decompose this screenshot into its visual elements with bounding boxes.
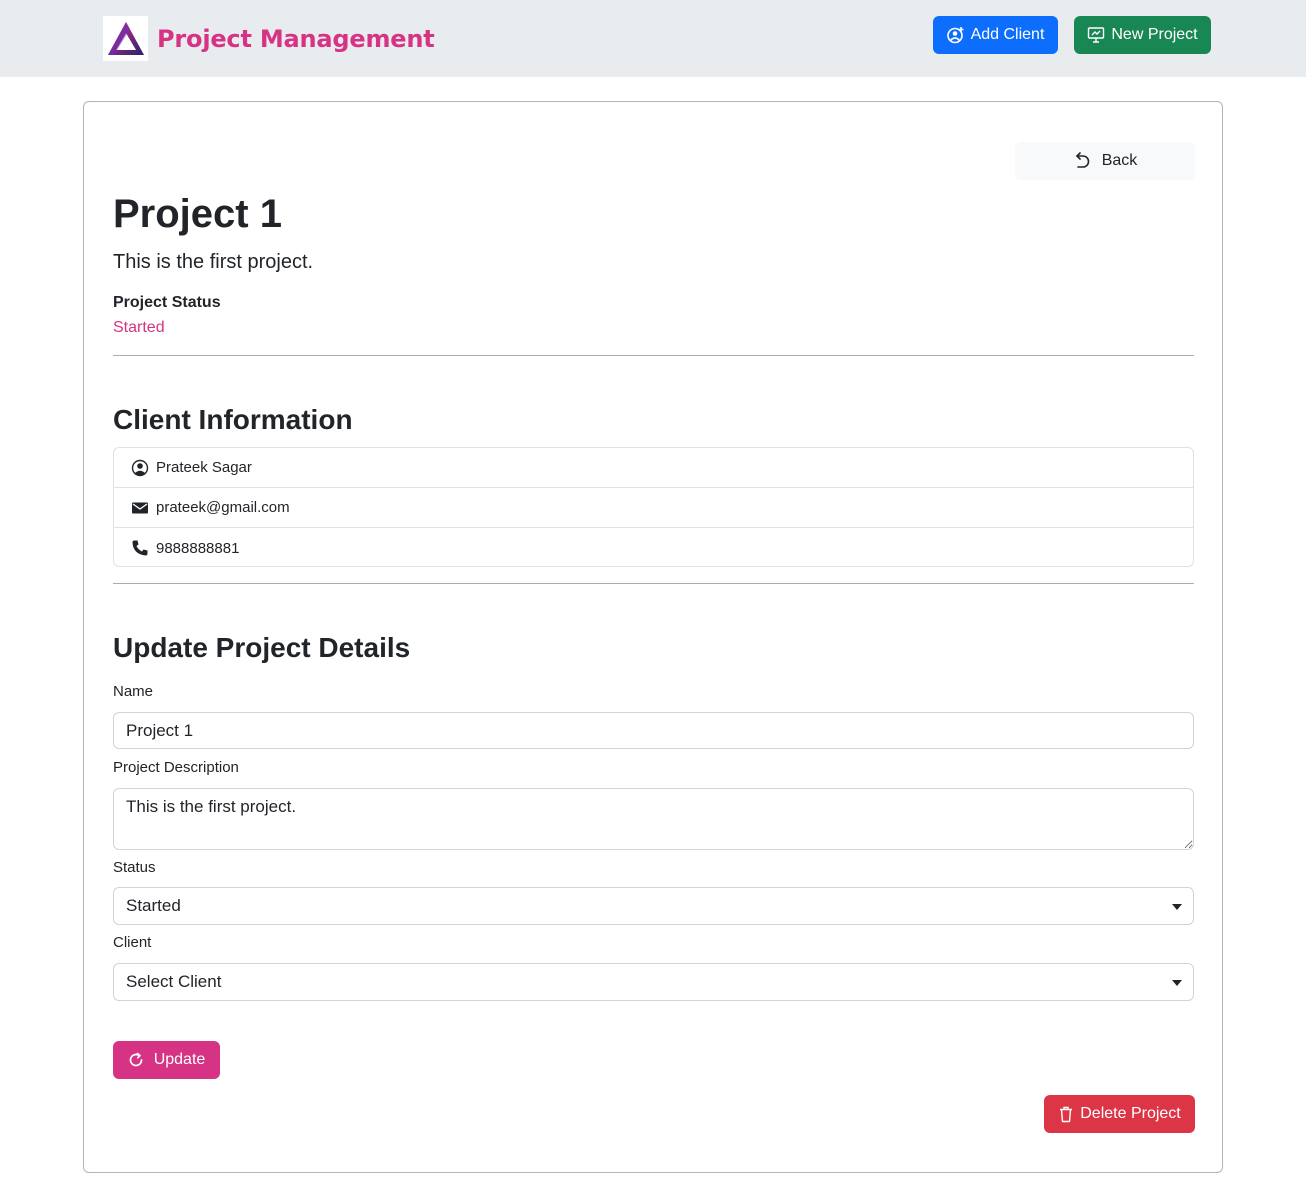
project-card: Back Project 1 This is the first project… (83, 101, 1223, 1173)
name-label: Name (113, 683, 154, 700)
client-name: Prateek Sagar (156, 459, 252, 476)
client-phone: 9888888881 (156, 539, 240, 557)
description-label: Project Description (113, 759, 239, 776)
chevron-down-icon (1172, 904, 1182, 910)
client-email: prateek@gmail.com (156, 499, 290, 516)
chevron-down-icon (1172, 980, 1182, 986)
refresh-icon (129, 1052, 143, 1067)
divider (113, 583, 1194, 584)
client-name-item: Prateek Sagar (114, 448, 1193, 488)
description-textarea[interactable]: This is the first project. (113, 788, 1194, 850)
back-label: Back (1101, 152, 1138, 169)
status-select[interactable]: Started (113, 887, 1194, 925)
new-project-button[interactable]: New Project (1074, 16, 1211, 54)
project-description: This is the first project. (113, 251, 314, 273)
name-input[interactable] (113, 712, 1194, 749)
client-email-item: prateek@gmail.com (114, 488, 1193, 528)
update-heading: Update Project Details (113, 632, 411, 663)
client-select[interactable]: Select Client (113, 963, 1194, 1001)
update-button[interactable]: Update (113, 1041, 220, 1079)
client-label: Client (113, 934, 152, 951)
brand-title: Project Management (157, 24, 435, 53)
add-client-button[interactable]: Add Client (933, 16, 1058, 54)
delete-project-button[interactable]: Delete Project (1044, 1095, 1195, 1133)
trash-icon (1060, 1106, 1073, 1122)
navbar: Project Management Add Client New Projec… (0, 0, 1306, 77)
envelope-icon (132, 502, 148, 513)
status-label: Status (113, 859, 156, 876)
back-button[interactable]: Back (1015, 142, 1195, 180)
add-client-label: Add Client (970, 26, 1045, 43)
logo-icon (103, 16, 148, 61)
project-status-value: Started (113, 319, 165, 336)
user-plus-icon (946, 27, 964, 44)
new-project-label: New Project (1111, 26, 1198, 43)
project-status-label: Project Status (113, 294, 221, 311)
project-title: Project 1 (113, 192, 282, 236)
client-info-list: Prateek Sagar prateek@gmail.com 98888888… (113, 447, 1194, 567)
divider (113, 355, 1194, 356)
delete-project-label: Delete Project (1080, 1105, 1181, 1122)
client-phone-item: 9888888881 (114, 528, 1193, 568)
person-icon (131, 459, 149, 476)
brand-link[interactable]: Project Management (103, 16, 435, 61)
undo-icon (1075, 152, 1089, 168)
status-selected-value: Started (126, 896, 181, 915)
client-info-heading: Client Information (113, 404, 353, 435)
presentation-icon (1088, 27, 1105, 43)
phone-icon (132, 540, 148, 556)
update-label: Update (153, 1051, 206, 1068)
client-selected-value: Select Client (126, 972, 222, 991)
